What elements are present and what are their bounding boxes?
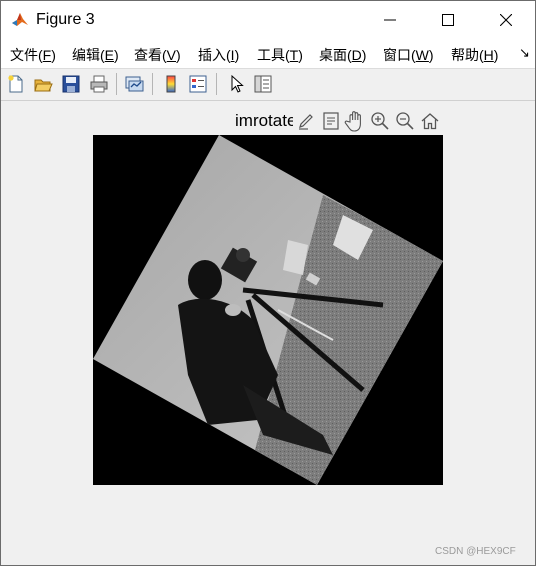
print-button[interactable] bbox=[88, 73, 110, 95]
minimize-button[interactable] bbox=[361, 1, 419, 39]
rotated-cameraman-image bbox=[93, 135, 443, 485]
axes-toolbar bbox=[295, 109, 445, 133]
toolbar-separator bbox=[152, 73, 153, 95]
colorbar-button[interactable] bbox=[160, 73, 182, 95]
data-tips-icon bbox=[323, 112, 339, 130]
watermark-text: CSDN @HEX9CF bbox=[435, 546, 516, 557]
window-title: Figure 3 bbox=[36, 11, 95, 28]
save-button[interactable] bbox=[60, 73, 82, 95]
close-button[interactable] bbox=[477, 1, 535, 39]
title-bar[interactable]: Figure 3 bbox=[1, 1, 535, 39]
colorbar-icon bbox=[166, 75, 176, 93]
pan-icon bbox=[344, 111, 361, 132]
property-inspector-button[interactable] bbox=[252, 73, 274, 95]
figure-window: Figure 3 文件(F) 编辑(E) 查看(V) 插入(I) 工具(T) 桌… bbox=[0, 0, 536, 566]
menu-help[interactable]: 帮助(H) bbox=[451, 45, 498, 65]
minimize-icon bbox=[384, 19, 396, 21]
image-axes[interactable] bbox=[93, 135, 443, 485]
brush-icon bbox=[299, 114, 313, 130]
home-icon bbox=[421, 113, 439, 130]
new-figure-icon bbox=[8, 75, 23, 93]
figure-toolbar bbox=[1, 69, 535, 101]
link-plot-icon bbox=[125, 76, 144, 92]
maximize-icon bbox=[442, 14, 454, 26]
photo-content bbox=[93, 135, 443, 485]
pointer-icon bbox=[231, 74, 244, 93]
open-file-icon bbox=[34, 79, 53, 92]
menu-bar: 文件(F) 编辑(E) 查看(V) 插入(I) 工具(T) 桌面(D) 窗口(W… bbox=[1, 39, 535, 69]
open-file-button[interactable] bbox=[32, 73, 54, 95]
pan-button[interactable] bbox=[343, 109, 367, 133]
link-plot-button[interactable] bbox=[123, 73, 145, 95]
new-figure-button[interactable] bbox=[5, 73, 27, 95]
legend-button[interactable] bbox=[187, 73, 209, 95]
menu-insert[interactable]: 插入(I) bbox=[198, 45, 239, 65]
matlab-icon bbox=[12, 13, 28, 26]
print-icon bbox=[90, 75, 108, 93]
zoom-out-icon bbox=[396, 112, 414, 130]
menu-overflow-icon[interactable]: ↘ bbox=[519, 45, 530, 61]
axes-title: imrotate bbox=[235, 111, 293, 130]
menu-tools[interactable]: 工具(T) bbox=[257, 45, 303, 65]
toolbar-separator bbox=[116, 73, 117, 95]
menu-file[interactable]: 文件(F) bbox=[10, 45, 56, 65]
toolbar-separator bbox=[216, 73, 217, 95]
close-icon bbox=[500, 14, 512, 26]
menu-desktop[interactable]: 桌面(D) bbox=[319, 45, 366, 65]
zoom-in-button[interactable] bbox=[368, 109, 392, 133]
legend-icon bbox=[189, 75, 207, 93]
menu-view[interactable]: 查看(V) bbox=[134, 45, 181, 65]
zoom-out-button[interactable] bbox=[393, 109, 417, 133]
home-button[interactable] bbox=[418, 109, 442, 133]
maximize-button[interactable] bbox=[419, 1, 477, 39]
brush-button[interactable] bbox=[295, 109, 319, 133]
zoom-in-icon bbox=[371, 112, 389, 130]
pointer-button[interactable] bbox=[225, 73, 247, 95]
data-tips-button[interactable] bbox=[319, 109, 343, 133]
property-inspector-icon bbox=[254, 75, 272, 93]
menu-window[interactable]: 窗口(W) bbox=[383, 45, 434, 65]
save-icon bbox=[62, 75, 80, 93]
menu-edit[interactable]: 编辑(E) bbox=[72, 45, 119, 65]
